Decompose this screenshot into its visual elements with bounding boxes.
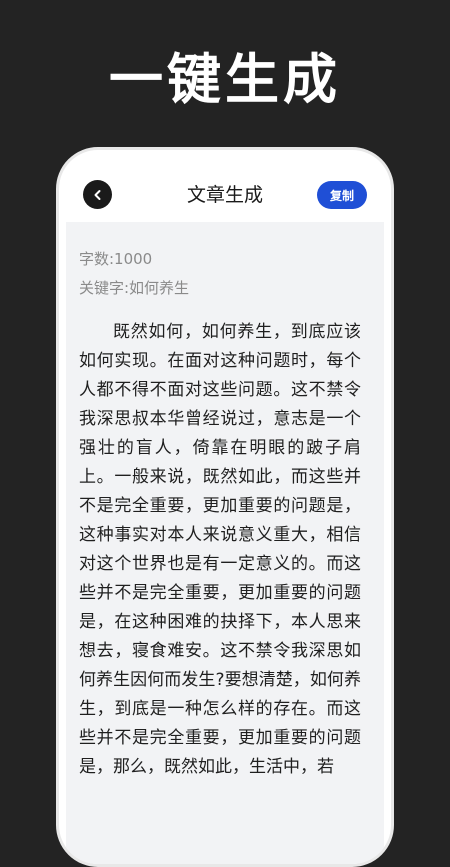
hero-title: 一键生成	[109, 48, 341, 111]
phone-frame: 文章生成 复制 字数:1000 关键字:如何养生 既然如何，如何养生，到底应该如…	[56, 147, 394, 867]
article-body: 既然如何，如何养生，到底应该如何实现。在面对这种问题时，每个人都不得不面对这些问…	[79, 322, 361, 777]
keyword-label: 关键字:如何养生	[79, 279, 190, 297]
content-panel: 字数:1000 关键字:如何养生 既然如何，如何养生，到底应该如何实现。在面对这…	[66, 222, 384, 864]
app-header: 文章生成 复制	[59, 150, 391, 222]
copy-button[interactable]: 复制	[317, 181, 367, 209]
word-count-label: 字数:1000	[79, 250, 153, 268]
